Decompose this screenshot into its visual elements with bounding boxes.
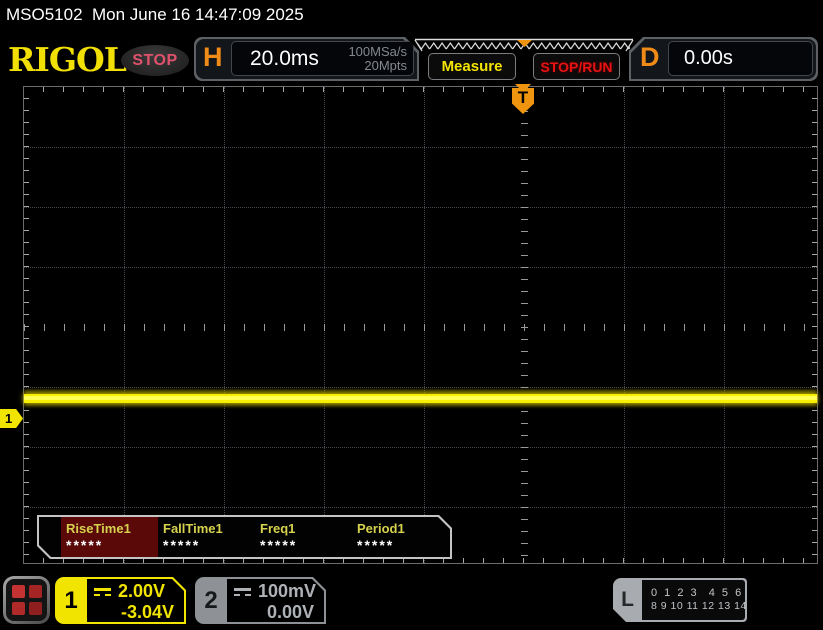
menu-grid-square xyxy=(29,602,42,615)
dc-coupling-icon xyxy=(94,588,111,596)
measurement-panel: RiseTime1 ***** FallTime1 ***** Freq1 **… xyxy=(37,515,452,559)
dc-icon-solid-bar xyxy=(234,588,251,591)
menu-grid-square xyxy=(29,585,42,598)
channel2-number: 2 xyxy=(195,577,227,624)
waveform-position-bar[interactable] xyxy=(413,38,635,53)
logic-channels-row1: 0 1 2 3 4 5 6 7 xyxy=(651,587,745,600)
channel2-scale: 100mV xyxy=(258,581,316,602)
memory-depth: 20Mpts xyxy=(364,58,407,73)
channel1-number: 1 xyxy=(55,577,87,624)
logic-channels: 0 1 2 3 4 5 6 7 8 9 10 11 12 13 14 15 xyxy=(642,580,745,620)
delay-label: D xyxy=(640,42,660,73)
delay-value: 0.00s xyxy=(684,47,733,70)
acquisition-info: 100MSa/s 20Mpts xyxy=(348,45,407,73)
menu-grid-icon xyxy=(12,585,42,615)
measure-button[interactable]: Measure xyxy=(428,53,516,80)
channel2-status[interactable]: 2 100mV 0.00V xyxy=(195,577,326,624)
graticule xyxy=(23,86,818,564)
channel2-offset: 0.00V xyxy=(234,602,316,622)
logic-channels-row2: 8 9 10 11 12 13 14 15 xyxy=(651,600,745,613)
dc-icon-solid-bar xyxy=(94,588,111,591)
oscilloscope-screen: MSO5102 Mon June 16 14:47:09 2025 RIGOL … xyxy=(0,0,823,630)
ch1-trace[interactable] xyxy=(24,87,817,563)
menu-button[interactable] xyxy=(3,576,50,624)
measurement-cell-period[interactable]: Period1 ***** xyxy=(352,517,449,557)
channel1-scale: 2.00V xyxy=(118,581,165,602)
timebase-value: 20.0ms xyxy=(250,47,319,71)
measurement-value: ***** xyxy=(163,537,255,553)
measurement-label: FallTime1 xyxy=(163,521,255,536)
timebase-box[interactable]: 20.0ms 100MSa/s 20Mpts xyxy=(231,41,414,76)
channel2-values: 100mV 0.00V xyxy=(227,579,324,622)
measurement-value: ***** xyxy=(66,537,158,553)
dc-icon-dashed-bar xyxy=(234,594,251,596)
run-state-indicator: STOP xyxy=(121,45,189,76)
status-model-time: MSO5102 Mon June 16 14:47:09 2025 xyxy=(6,5,304,25)
ch1-trace-highlight xyxy=(24,396,817,400)
channel1-offset: -3.04V xyxy=(94,602,176,622)
rigol-logo: RIGOL xyxy=(8,40,126,79)
measurement-value: ***** xyxy=(260,537,352,553)
menu-grid-square xyxy=(12,585,25,598)
horizontal-panel[interactable]: H 20.0ms 100MSa/s 20Mpts xyxy=(194,37,419,81)
channel1-values: 2.00V -3.04V xyxy=(87,579,184,622)
logic-analyzer-status[interactable]: L 0 1 2 3 4 5 6 7 8 9 10 11 12 13 14 15 xyxy=(613,578,747,622)
delay-box[interactable]: 0.00s xyxy=(668,41,813,76)
dc-icon-dashed-bar xyxy=(94,594,111,596)
dc-coupling-icon xyxy=(234,588,251,596)
measurement-cell-freq[interactable]: Freq1 ***** xyxy=(255,517,352,557)
waveform-preview-icon xyxy=(413,38,635,53)
measurement-value: ***** xyxy=(357,537,449,553)
measurement-label: Period1 xyxy=(357,521,449,536)
measurement-cell-falltime[interactable]: FallTime1 ***** xyxy=(158,517,255,557)
horizontal-label: H xyxy=(203,42,223,73)
sample-rate: 100MSa/s xyxy=(348,44,407,59)
menu-grid-square xyxy=(12,602,25,615)
measurement-cell-risetime[interactable]: RiseTime1 ***** xyxy=(61,517,158,557)
measurement-label: RiseTime1 xyxy=(66,521,158,536)
measurement-panel-body: RiseTime1 ***** FallTime1 ***** Freq1 **… xyxy=(39,517,450,557)
stop-run-button[interactable]: STOP/RUN xyxy=(533,53,620,80)
logic-label: L xyxy=(613,578,642,622)
measurement-label: Freq1 xyxy=(260,521,352,536)
ch1-position-marker[interactable]: 1 xyxy=(0,409,23,428)
menu-button-face xyxy=(6,579,47,621)
delay-panel[interactable]: D 0.00s xyxy=(629,37,818,81)
channel1-status[interactable]: 1 2.00V -3.04V xyxy=(55,577,186,624)
